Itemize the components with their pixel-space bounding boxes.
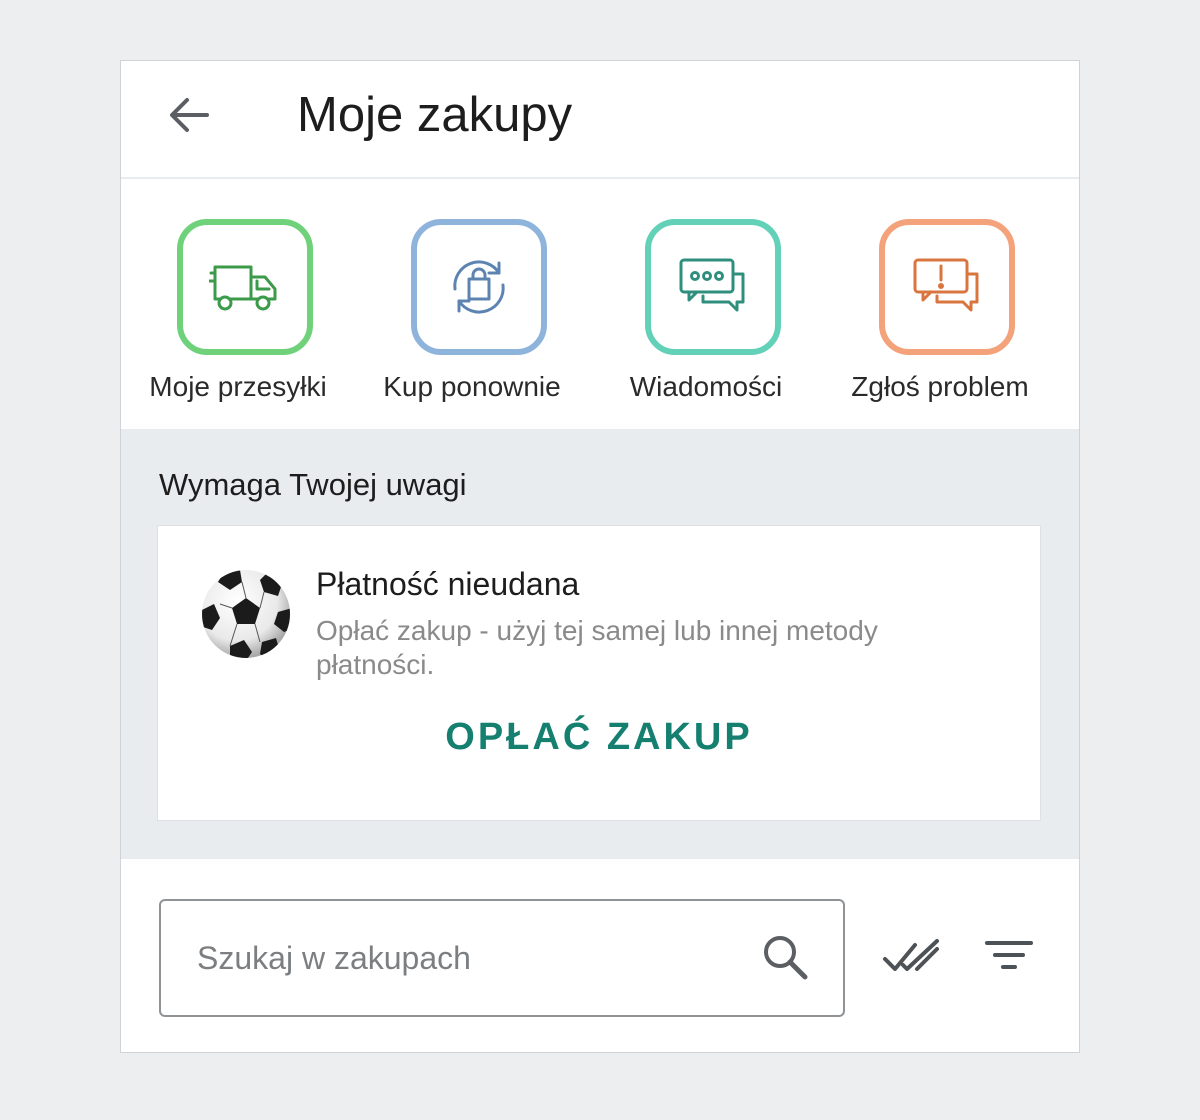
- chat-bubbles-icon: [679, 258, 745, 312]
- messages-label: Wiadomości: [629, 371, 783, 402]
- search-icon[interactable]: [761, 933, 809, 981]
- attention-title: Wymaga Twojej uwagi: [159, 467, 467, 502]
- messages-tile: [645, 219, 781, 355]
- top-app-bar: Moje zakupy: [121, 61, 1079, 179]
- soccer-ball-icon: [202, 570, 290, 658]
- double-check-icon[interactable]: [881, 935, 941, 979]
- buy-again-label: Kup ponownie: [383, 371, 561, 402]
- filter-icon[interactable]: [985, 937, 1033, 977]
- my-shipments-tile: [177, 219, 313, 355]
- app-screen: Moje zakupy Moje przesyłki Kup ponownie …: [120, 60, 1080, 1053]
- report-problem-label: Zgłoś problem: [851, 371, 1029, 402]
- buy-again-tile: [411, 219, 547, 355]
- truck-icon: [209, 265, 277, 311]
- back-button[interactable]: [159, 85, 219, 145]
- card-title: Płatność nieudana: [316, 566, 580, 602]
- arrow-left-icon: [170, 98, 209, 132]
- shopping-bag-refresh-icon: [453, 260, 505, 314]
- search-row: [121, 859, 1079, 1052]
- messages-button[interactable]: Wiadomości: [589, 181, 823, 429]
- search-input[interactable]: [197, 901, 737, 1015]
- report-problem-button[interactable]: Zgłoś problem: [823, 181, 1057, 429]
- attention-section: Wymaga Twojej uwagi Płatność nieudana Op…: [121, 429, 1079, 859]
- page-title: Moje zakupy: [297, 88, 573, 142]
- quick-actions: Moje przesyłki Kup ponownie Wiadomości Z…: [121, 181, 1079, 429]
- search-box[interactable]: [159, 899, 845, 1017]
- buy-again-button[interactable]: Kup ponownie: [355, 181, 589, 429]
- report-problem-tile: [879, 219, 1015, 355]
- my-shipments-button[interactable]: Moje przesyłki: [121, 181, 355, 429]
- pay-for-purchase-button[interactable]: OPŁAĆ ZAKUP: [158, 716, 1040, 759]
- card-description: Opłać zakup - użyj tej samej lub innej m…: [316, 615, 878, 680]
- failed-payment-card: Płatność nieudana Opłać zakup - użyj tej…: [157, 525, 1041, 821]
- report-problem-icon: [913, 258, 979, 312]
